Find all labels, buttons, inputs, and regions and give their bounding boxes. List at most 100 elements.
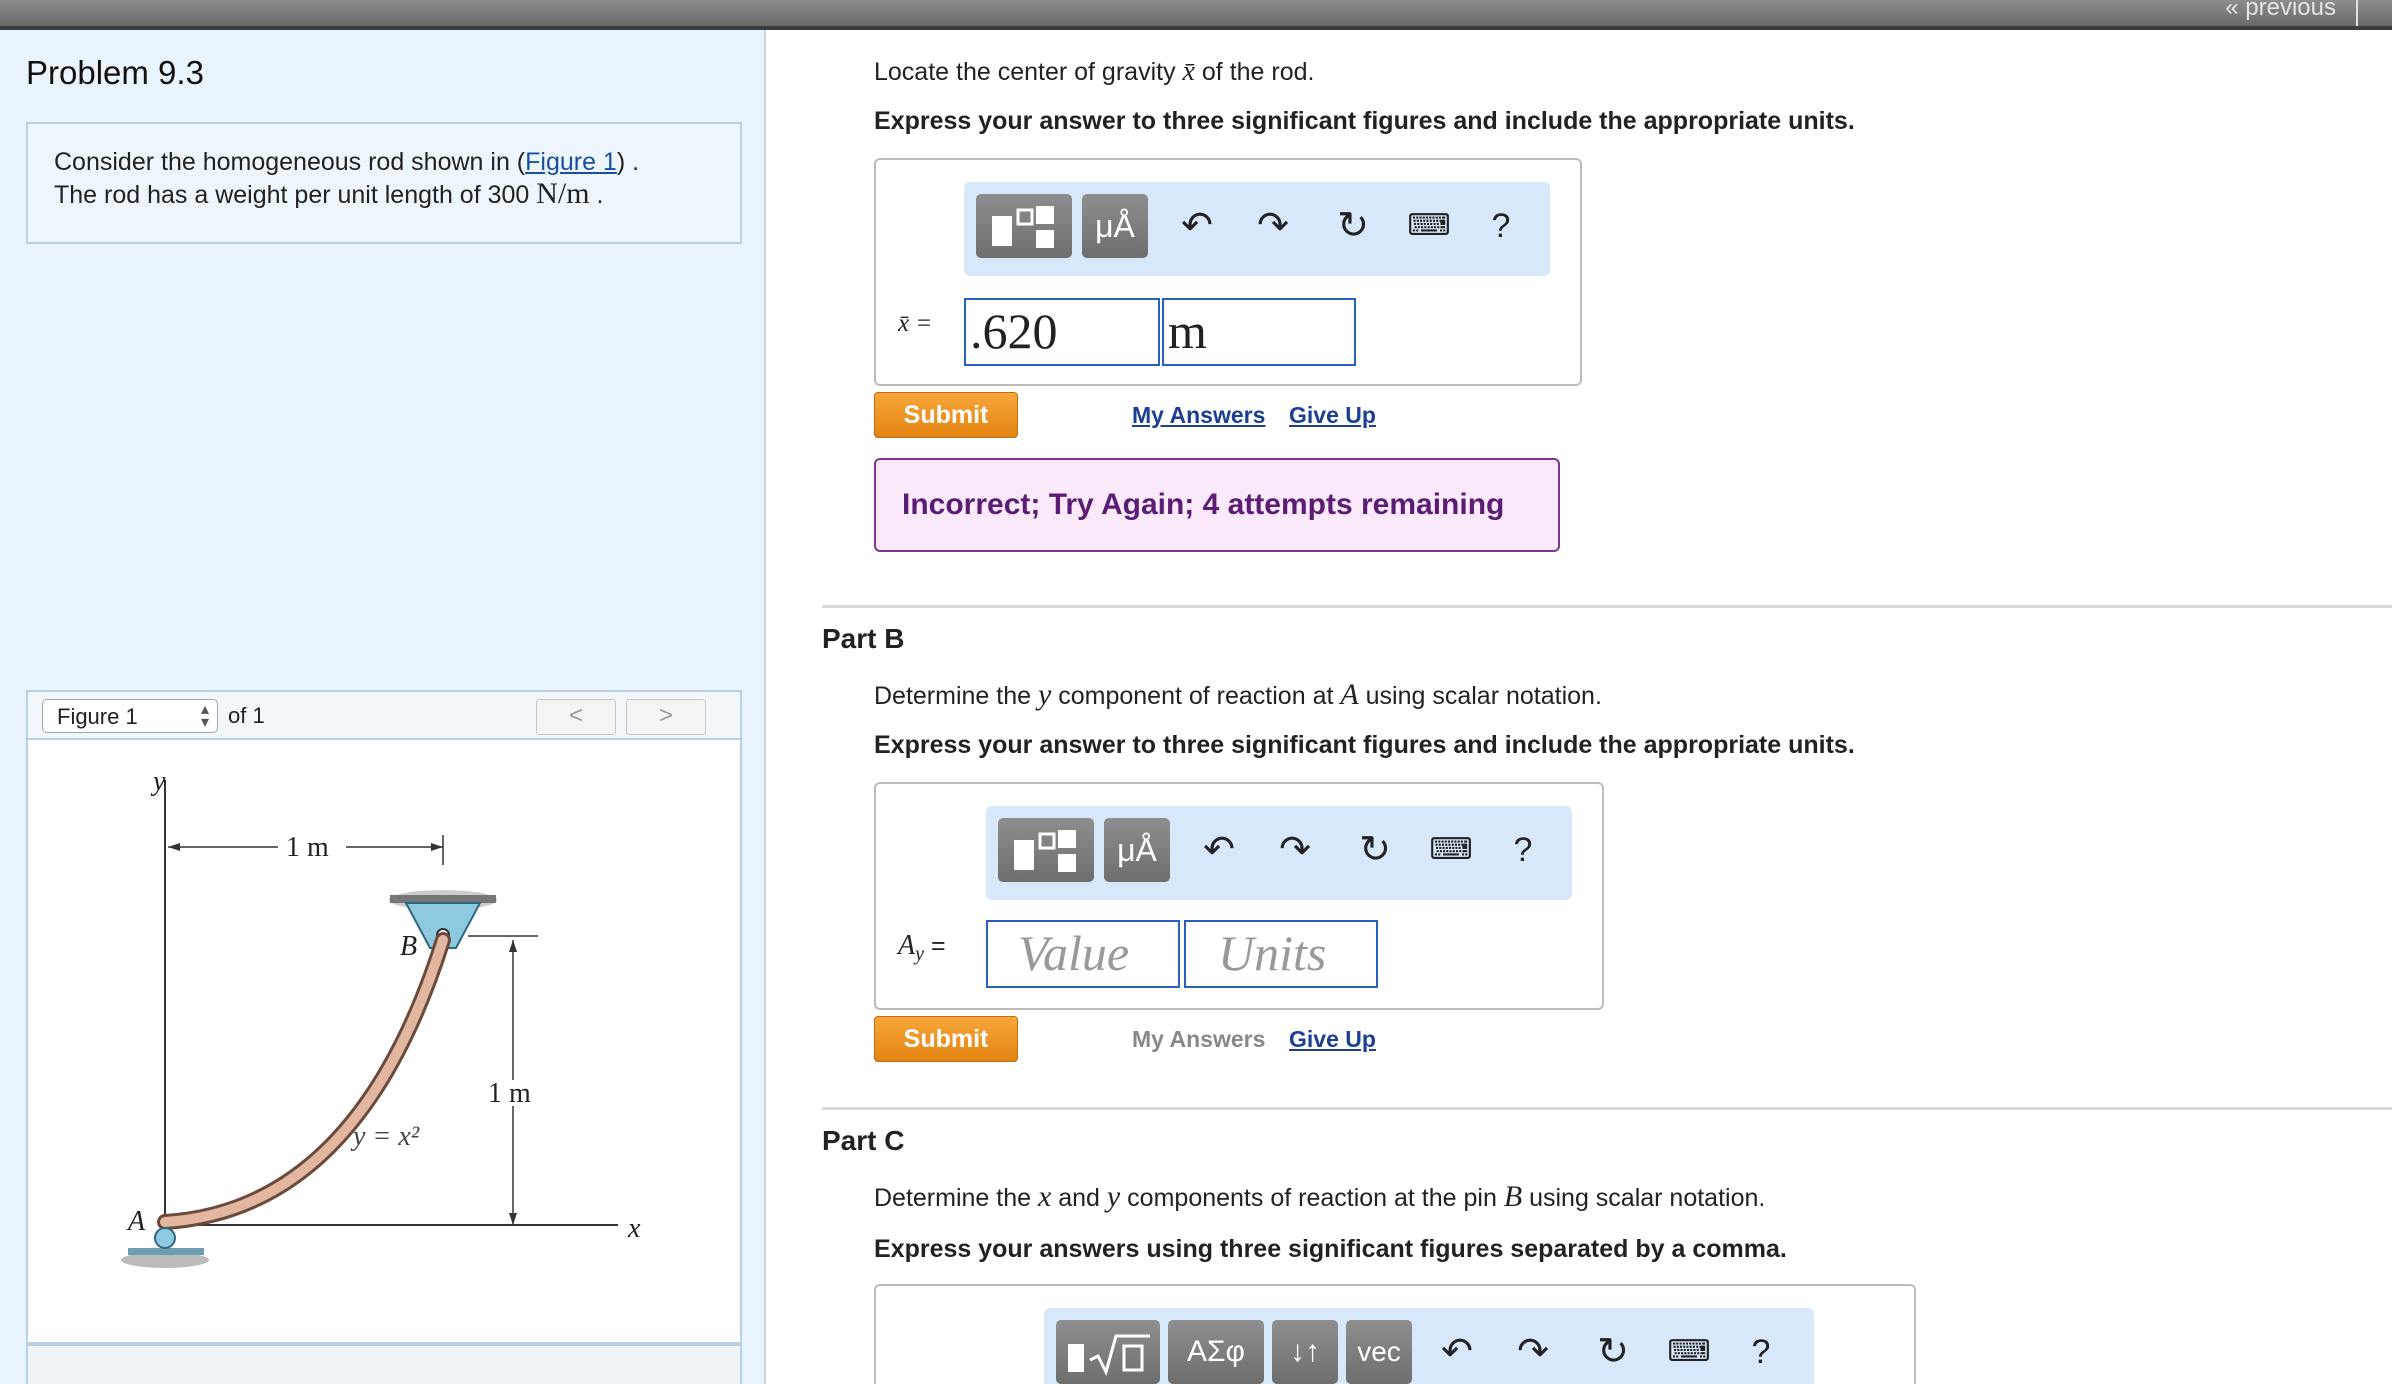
units-button[interactable]: μÅ	[1082, 194, 1148, 258]
prompt-text: Determine the	[874, 682, 1038, 710]
rod-outline	[157, 932, 451, 1230]
prompt-text: using scalar notation.	[1358, 682, 1602, 710]
template-icon	[1014, 830, 1076, 872]
dimension-arrow-icon	[168, 843, 180, 851]
problem-panel: Problem 9.3 Consider the homogeneous rod…	[0, 30, 766, 1384]
part-c-prompt: Determine the x and y components of reac…	[874, 1180, 1765, 1214]
figure-link[interactable]: Figure 1	[525, 148, 617, 176]
part-c-toolbar: ΑΣφ ↓↑ vec ↶ ↷ ↻ ⌨ ?	[1044, 1308, 1814, 1384]
problem-intro: Consider the homogeneous rod shown in (F…	[26, 122, 742, 244]
prompt-text: of the rod.	[1194, 58, 1315, 86]
prompt-text: Locate the center of gravity	[874, 58, 1183, 86]
prompt-variable: x̄	[1182, 56, 1195, 87]
template-button[interactable]	[976, 194, 1072, 258]
part-b-toolbar: μÅ ↶ ↷ ↻ ⌨ ?	[986, 806, 1572, 900]
arrows-button[interactable]: ↓↑	[1272, 1320, 1338, 1384]
sqrt-template-icon	[1068, 1334, 1150, 1376]
prompt-variable: x	[1037, 1180, 1052, 1213]
reset-icon[interactable]: ↻	[1350, 820, 1400, 880]
part-c-title: Part C	[822, 1125, 905, 1156]
dimension-arrow-icon	[431, 843, 443, 851]
y-axis-label: y	[150, 766, 166, 797]
template-icon	[992, 206, 1054, 248]
section-divider	[822, 1107, 2392, 1110]
units-input[interactable]: m	[1162, 298, 1356, 366]
pin-a-icon	[154, 1227, 176, 1249]
select-arrows-icon: ▴ ▾	[200, 701, 209, 731]
figure-select-value: Figure 1	[57, 704, 138, 729]
keyboard-icon[interactable]: ⌨	[1664, 1322, 1714, 1382]
span-label: 1 m	[286, 832, 329, 863]
redo-icon[interactable]: ↷	[1508, 1322, 1558, 1382]
units-placeholder: Units	[1218, 925, 1327, 981]
undo-icon[interactable]: ↶	[1172, 196, 1222, 256]
part-a-answer-box: μÅ ↶ ↷ ↻ ⌨ ? x̄ = .620 m	[874, 158, 1582, 386]
part-b-answer-box: μÅ ↶ ↷ ↻ ⌨ ? Ay = Value Units	[874, 782, 1604, 1010]
next-figure-button[interactable]: >	[626, 699, 706, 735]
figure-image: y x 1 m 1 m A B y = x²	[26, 740, 742, 1344]
value-input[interactable]: .620	[964, 298, 1160, 366]
prompt-text: Determine the	[874, 1184, 1038, 1212]
point-b-label: B	[400, 931, 417, 962]
part-c-answer-box: ΑΣφ ↓↑ vec ↶ ↷ ↻ ⌨ ?	[874, 1284, 1916, 1384]
part-a-toolbar: μÅ ↶ ↷ ↻ ⌨ ?	[964, 182, 1550, 276]
ceiling-plate	[390, 895, 496, 903]
keyboard-icon[interactable]: ⌨	[1426, 820, 1476, 880]
prompt-variable: y	[1037, 678, 1052, 711]
part-a-prompt: Locate the center of gravity x̄ of the r…	[874, 56, 1314, 88]
value-placeholder: Value	[1018, 925, 1130, 981]
vector-button[interactable]: vec	[1346, 1320, 1412, 1384]
redo-icon[interactable]: ↷	[1270, 820, 1320, 880]
greek-symbols-button[interactable]: ΑΣφ	[1168, 1320, 1264, 1384]
part-a-instructions: Express your answer to three significant…	[874, 107, 1855, 135]
rod-diagram: y x 1 m 1 m A B y = x²	[121, 766, 641, 1268]
figure-select[interactable]: Figure 1 ▴ ▾	[42, 699, 218, 733]
prompt-text: component of reaction at	[1051, 682, 1341, 710]
part-a-my-answers-link[interactable]: My Answers	[1132, 402, 1265, 429]
help-button[interactable]: ?	[1498, 820, 1548, 880]
top-navigation-bar: « previous	[0, 0, 2392, 30]
prompt-text: components of reaction at the pin	[1120, 1184, 1504, 1212]
value-input[interactable]: Value	[986, 920, 1180, 988]
dimension-arrow-icon	[509, 1213, 517, 1225]
reset-icon[interactable]: ↻	[1588, 1322, 1638, 1382]
intro-text: .	[589, 181, 604, 209]
undo-icon[interactable]: ↶	[1432, 1322, 1482, 1382]
help-button[interactable]: ?	[1736, 1322, 1786, 1382]
previous-link[interactable]: « previous	[2225, 0, 2336, 22]
prompt-variable: B	[1503, 1180, 1523, 1213]
x-axis-label: x	[627, 1213, 641, 1244]
curve-equation-label: y = x²	[350, 1121, 420, 1152]
intro-text: ) .	[616, 148, 640, 176]
height-label: 1 m	[488, 1078, 531, 1109]
section-divider	[822, 605, 2392, 608]
keyboard-icon[interactable]: ⌨	[1404, 196, 1454, 256]
problem-title: Problem 9.3	[26, 54, 204, 91]
part-b-instructions: Express your answer to three significant…	[874, 731, 1855, 759]
prompt-text: using scalar notation.	[1522, 1184, 1766, 1212]
template-button[interactable]	[998, 818, 1094, 882]
redo-icon[interactable]: ↷	[1248, 196, 1298, 256]
units-input[interactable]: Units	[1184, 920, 1378, 988]
nav-separator	[2356, 0, 2358, 26]
undo-icon[interactable]: ↶	[1194, 820, 1244, 880]
part-b-title: Part B	[822, 623, 905, 654]
part-b-my-answers-link: My Answers	[1132, 1026, 1266, 1052]
figure-count: of 1	[228, 703, 265, 728]
part-a-submit-button[interactable]: Submit	[874, 392, 1018, 438]
help-button[interactable]: ?	[1476, 196, 1526, 256]
figure-footer	[26, 1344, 742, 1384]
reset-icon[interactable]: ↻	[1328, 196, 1378, 256]
x-bar-label: x̄ =	[898, 310, 933, 337]
part-a-give-up-link[interactable]: Give Up	[1289, 402, 1376, 429]
prev-figure-button[interactable]: <	[536, 699, 616, 735]
dimension-arrow-icon	[509, 940, 517, 952]
sqrt-template-button[interactable]	[1056, 1320, 1160, 1384]
units-button[interactable]: μÅ	[1104, 818, 1170, 882]
part-b-submit-button[interactable]: Submit	[874, 1016, 1018, 1062]
intro-text: Consider the homogeneous rod shown in (	[54, 148, 526, 176]
part-c-instructions: Express your answers using three signifi…	[874, 1235, 1787, 1263]
figure-header: Figure 1 ▴ ▾ of 1 < >	[26, 690, 742, 740]
prompt-variable: A	[1340, 678, 1359, 711]
part-b-give-up-link[interactable]: Give Up	[1289, 1026, 1376, 1053]
